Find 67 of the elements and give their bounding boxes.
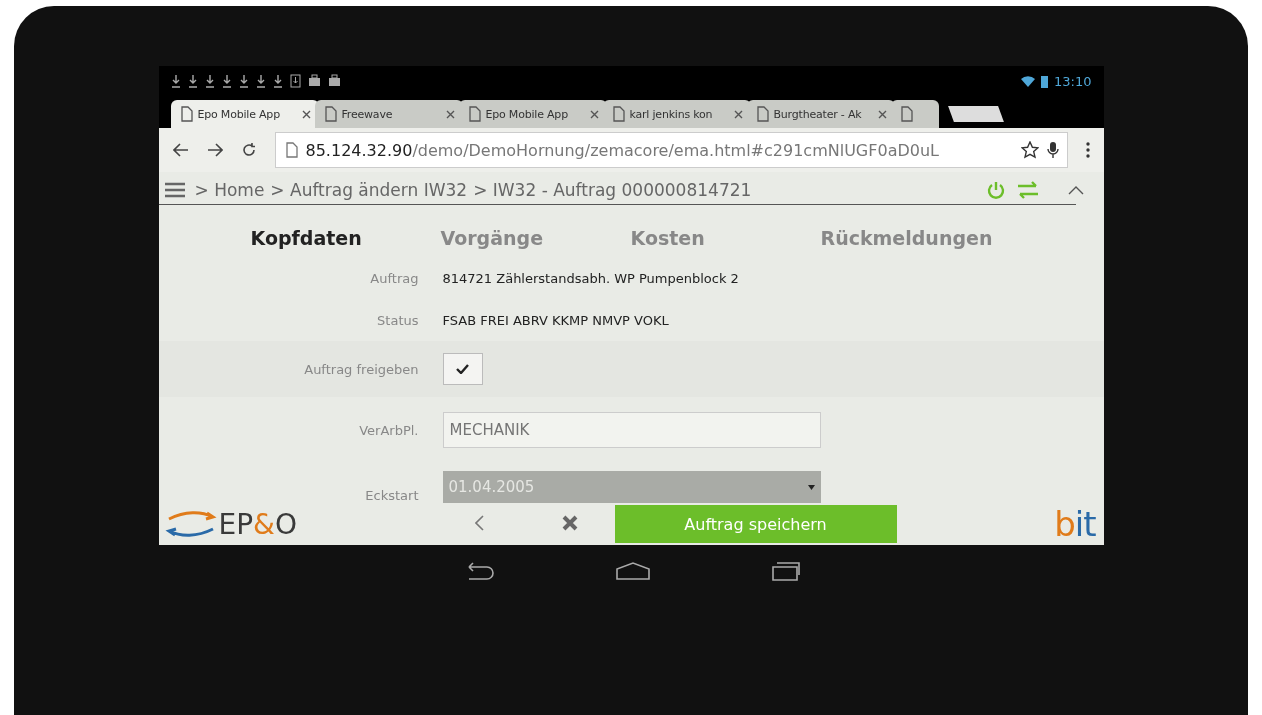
checkmark-icon [456,364,469,374]
close-icon[interactable] [589,109,599,119]
close-icon [561,514,578,531]
field-label: Auftrag [369,270,419,286]
section-tab[interactable]: Kopfdaten [250,227,441,249]
breadcrumb-link[interactable]: > IW32 - Auftrag 000000814721 [473,180,752,200]
checkbox[interactable] [442,353,483,385]
field-label: Status [376,312,419,328]
download-icon [255,74,266,88]
logo: bit [1053,504,1097,544]
page-icon [754,106,769,122]
home-nav-icon[interactable] [615,561,651,581]
page-icon [610,106,625,122]
field-label: VerArbPl. [358,422,419,438]
download-icon [187,74,198,88]
recent-apps-icon[interactable] [771,561,801,581]
url-text: 85.124.32.90/demo/DemoHornung/zemacore/ema.html#c291cmNlUGF0aD0uL [305,140,940,160]
browser-tab[interactable]: Freewave [314,100,463,128]
close-icon[interactable] [445,109,455,119]
download-icon [221,74,232,88]
section-tab[interactable]: Kosten [630,227,821,249]
close-icon[interactable] [733,109,743,119]
section-tab[interactable]: Vorgänge [440,227,631,249]
new-tab-button[interactable] [947,106,1004,122]
address-bar[interactable]: 85.124.32.90/demo/DemoHornung/zemacore/ema.html#c291cmNlUGF0aD0uL [274,132,1068,168]
microphone-icon[interactable] [1046,141,1059,159]
logo: EP&O [158,507,435,541]
download-icon [289,74,301,88]
star-icon[interactable] [1020,141,1039,159]
dropdown-caret-icon [807,484,815,490]
field-value: 814721 Zählerstandsabh. WP Pumpenblock 2 [442,270,740,286]
browser-tab[interactable]: Epo Mobile App [170,100,319,128]
field-label: Eckstart [364,488,419,503]
field-label: Auftrag freigeben [303,361,419,377]
download-icon [238,74,249,88]
breadcrumb-link[interactable]: > Auftrag ändern IW32 [270,180,468,200]
download-icon [170,74,181,88]
breadcrumb-link[interactable]: > Home [194,180,265,200]
page-icon [898,106,913,122]
more-menu-icon[interactable] [1085,142,1090,158]
battery-icon [1041,74,1049,88]
page-icon [178,106,193,122]
clock-time: 13:10 [1054,73,1092,89]
briefcase-icon [327,74,341,87]
wifi-icon [1021,75,1036,87]
forward-arrow-icon[interactable] [206,143,223,157]
close-icon[interactable] [301,109,311,119]
download-icon [204,74,215,88]
collapse-chevron-icon[interactable] [1067,185,1084,195]
browser-tab[interactable]: Burgtheater - Ak [746,100,895,128]
chevron-left-icon [475,514,484,531]
menu-icon[interactable] [164,182,185,198]
close-icon[interactable] [877,109,887,119]
browser-tab[interactable] [890,100,939,128]
page-icon [322,106,337,122]
field-value: FSAB FREI ABRV KKMP NMVP VOKL [442,312,670,328]
download-icon [272,74,283,88]
briefcase-icon [307,74,321,87]
page-icon [283,142,298,158]
swap-arrows-icon [164,511,217,537]
back-arrow-icon[interactable] [172,143,189,157]
input-field[interactable]: MECHANIK [442,412,821,448]
section-tab[interactable]: Rückmeldungen [820,227,1011,249]
page-icon [466,106,481,122]
browser-tab[interactable]: Epo Mobile App [458,100,607,128]
browser-tab[interactable]: karl jenkins kon [602,100,751,128]
reload-icon[interactable] [240,142,257,158]
